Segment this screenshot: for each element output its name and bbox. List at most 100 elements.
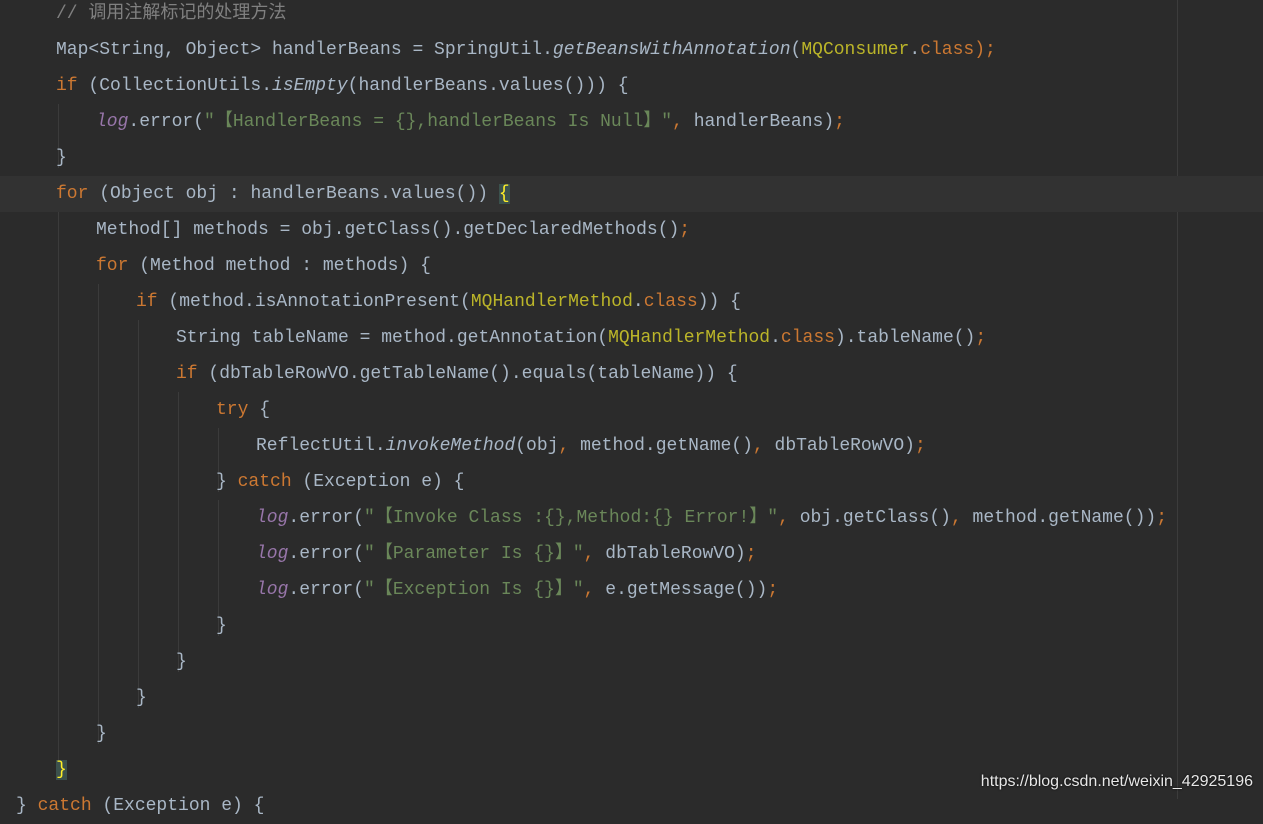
code-token: . xyxy=(909,40,921,60)
code-token: )) { xyxy=(697,292,741,312)
code-token: catch xyxy=(237,472,303,492)
code-text: for (Object obj : handlerBeans.values())… xyxy=(56,176,510,212)
code-token: { xyxy=(259,400,271,420)
code-token: e.getMessage()) xyxy=(605,580,768,600)
code-token: ; xyxy=(1156,508,1167,528)
code-line[interactable]: } xyxy=(0,680,1263,716)
code-text: try { xyxy=(216,392,270,428)
code-token: (handlerBeans.values())) { xyxy=(347,76,629,96)
code-line[interactable]: } xyxy=(0,716,1263,752)
code-token: for xyxy=(96,256,140,276)
code-token: if xyxy=(56,76,89,96)
code-line[interactable]: } xyxy=(0,608,1263,644)
code-text: if (CollectionUtils.isEmpty(handlerBeans… xyxy=(56,68,629,104)
code-token: (method.isAnnotationPresent( xyxy=(168,292,471,312)
code-token: .error( xyxy=(288,508,365,528)
code-token: (Exception e) { xyxy=(102,796,265,816)
code-token: ; xyxy=(975,328,987,348)
code-token: .error( xyxy=(288,580,365,600)
code-line[interactable]: log.error("【Invoke Class :{},Method:{} E… xyxy=(0,500,1263,536)
code-token: MQHandlerMethod xyxy=(470,292,633,312)
code-line[interactable]: Map<String, Object> handlerBeans = Sprin… xyxy=(0,32,1263,68)
code-line[interactable]: log.error("【Parameter Is {}】", dbTableRo… xyxy=(0,536,1263,572)
code-text: } xyxy=(136,680,147,716)
code-token: , xyxy=(752,436,775,456)
code-token: handlerBeans) xyxy=(693,112,835,132)
code-token: ReflectUtil. xyxy=(256,436,386,456)
code-line[interactable]: } catch (Exception e) { xyxy=(0,788,1263,824)
code-token: class xyxy=(643,292,698,312)
code-line[interactable]: if (CollectionUtils.isEmpty(handlerBeans… xyxy=(0,68,1263,104)
code-token: isEmpty xyxy=(272,76,348,96)
code-token: MQHandlerMethod xyxy=(608,328,771,348)
code-token: ); xyxy=(974,40,996,60)
code-token: MQConsumer xyxy=(801,40,910,60)
code-token: ; xyxy=(914,436,926,456)
code-token: ( xyxy=(790,40,802,60)
code-text: } catch (Exception e) { xyxy=(216,464,464,500)
code-token: method.getName() xyxy=(580,436,753,456)
code-line[interactable]: for (Object obj : handlerBeans.values())… xyxy=(0,176,1263,212)
code-token: String tableName = method.getAnnotation( xyxy=(176,328,609,348)
code-token: "【Parameter Is {}】" xyxy=(364,544,584,564)
code-text: } xyxy=(176,644,187,680)
code-token: (Object obj : handlerBeans.values()) xyxy=(99,184,499,204)
code-token: ).tableName() xyxy=(834,328,976,348)
code-line[interactable]: if (method.isAnnotationPresent(MQHandler… xyxy=(0,284,1263,320)
code-text: if (dbTableRowVO.getTableName().equals(t… xyxy=(176,356,738,392)
code-token: log xyxy=(256,580,289,600)
code-text: log.error("【Parameter Is {}】", dbTableRo… xyxy=(256,536,757,572)
code-token: } xyxy=(176,652,187,672)
code-token: ; xyxy=(745,544,757,564)
code-token: Map<String, Object> handlerBeans = Sprin… xyxy=(56,40,553,60)
code-line[interactable]: Method[] methods = obj.getClass().getDec… xyxy=(0,212,1263,248)
code-line[interactable]: // 调用注解标记的处理方法 xyxy=(0,0,1263,32)
code-line[interactable]: } xyxy=(0,140,1263,176)
code-text: log.error("【HandlerBeans = {},handlerBea… xyxy=(96,104,845,140)
code-token: invokeMethod xyxy=(385,436,516,456)
code-token: log xyxy=(96,112,129,132)
code-line[interactable]: log.error("【HandlerBeans = {},handlerBea… xyxy=(0,104,1263,140)
code-line[interactable]: } xyxy=(0,644,1263,680)
code-token: catch xyxy=(37,796,103,816)
code-line[interactable]: } catch (Exception e) { xyxy=(0,464,1263,500)
code-text: } catch (Exception e) { xyxy=(16,788,264,824)
code-token: (Method method : methods) { xyxy=(139,256,431,276)
code-token: ; xyxy=(679,220,691,240)
code-text: log.error("【Exception Is {}】", e.getMess… xyxy=(256,572,778,608)
code-token: getBeansWithAnnotation xyxy=(552,40,791,60)
code-token: (Exception e) { xyxy=(302,472,465,492)
code-token: (dbTableRowVO.getTableName().equals(tabl… xyxy=(208,364,738,384)
code-token: class xyxy=(920,40,975,60)
code-token: log xyxy=(256,508,289,528)
code-token: } xyxy=(16,796,38,816)
code-token: } xyxy=(96,724,107,744)
code-token: // 调用注解标记的处理方法 xyxy=(56,4,287,24)
code-text: } xyxy=(56,752,67,788)
code-token: , xyxy=(950,508,973,528)
code-token: method.getName()) xyxy=(972,508,1157,528)
code-text: String tableName = method.getAnnotation(… xyxy=(176,320,986,356)
code-line[interactable]: try { xyxy=(0,392,1263,428)
code-line[interactable]: String tableName = method.getAnnotation(… xyxy=(0,320,1263,356)
code-token: ; xyxy=(834,112,845,132)
code-token: , xyxy=(778,508,800,528)
code-token: } xyxy=(216,472,238,492)
code-line[interactable]: log.error("【Exception Is {}】", e.getMess… xyxy=(0,572,1263,608)
code-editor[interactable]: // 调用注解标记的处理方法 Map<String, Object> handle… xyxy=(0,0,1263,816)
code-token: ; xyxy=(767,580,779,600)
code-token: "【Exception Is {}】" xyxy=(364,580,584,600)
code-line[interactable]: ReflectUtil.invokeMethod(obj, method.get… xyxy=(0,428,1263,464)
watermark-url: https://blog.csdn.net/weixin_42925196 xyxy=(980,773,1253,790)
code-line[interactable]: if (dbTableRowVO.getTableName().equals(t… xyxy=(0,356,1263,392)
code-token: . xyxy=(632,292,644,312)
code-text: } xyxy=(96,716,107,752)
code-token: , xyxy=(583,580,606,600)
code-text: } xyxy=(216,608,227,644)
code-line[interactable]: for (Method method : methods) { xyxy=(0,248,1263,284)
code-token: } xyxy=(56,148,67,168)
code-token: .error( xyxy=(128,112,205,132)
code-token: class xyxy=(780,328,835,348)
code-token: , xyxy=(558,436,581,456)
code-token: for xyxy=(56,184,100,204)
